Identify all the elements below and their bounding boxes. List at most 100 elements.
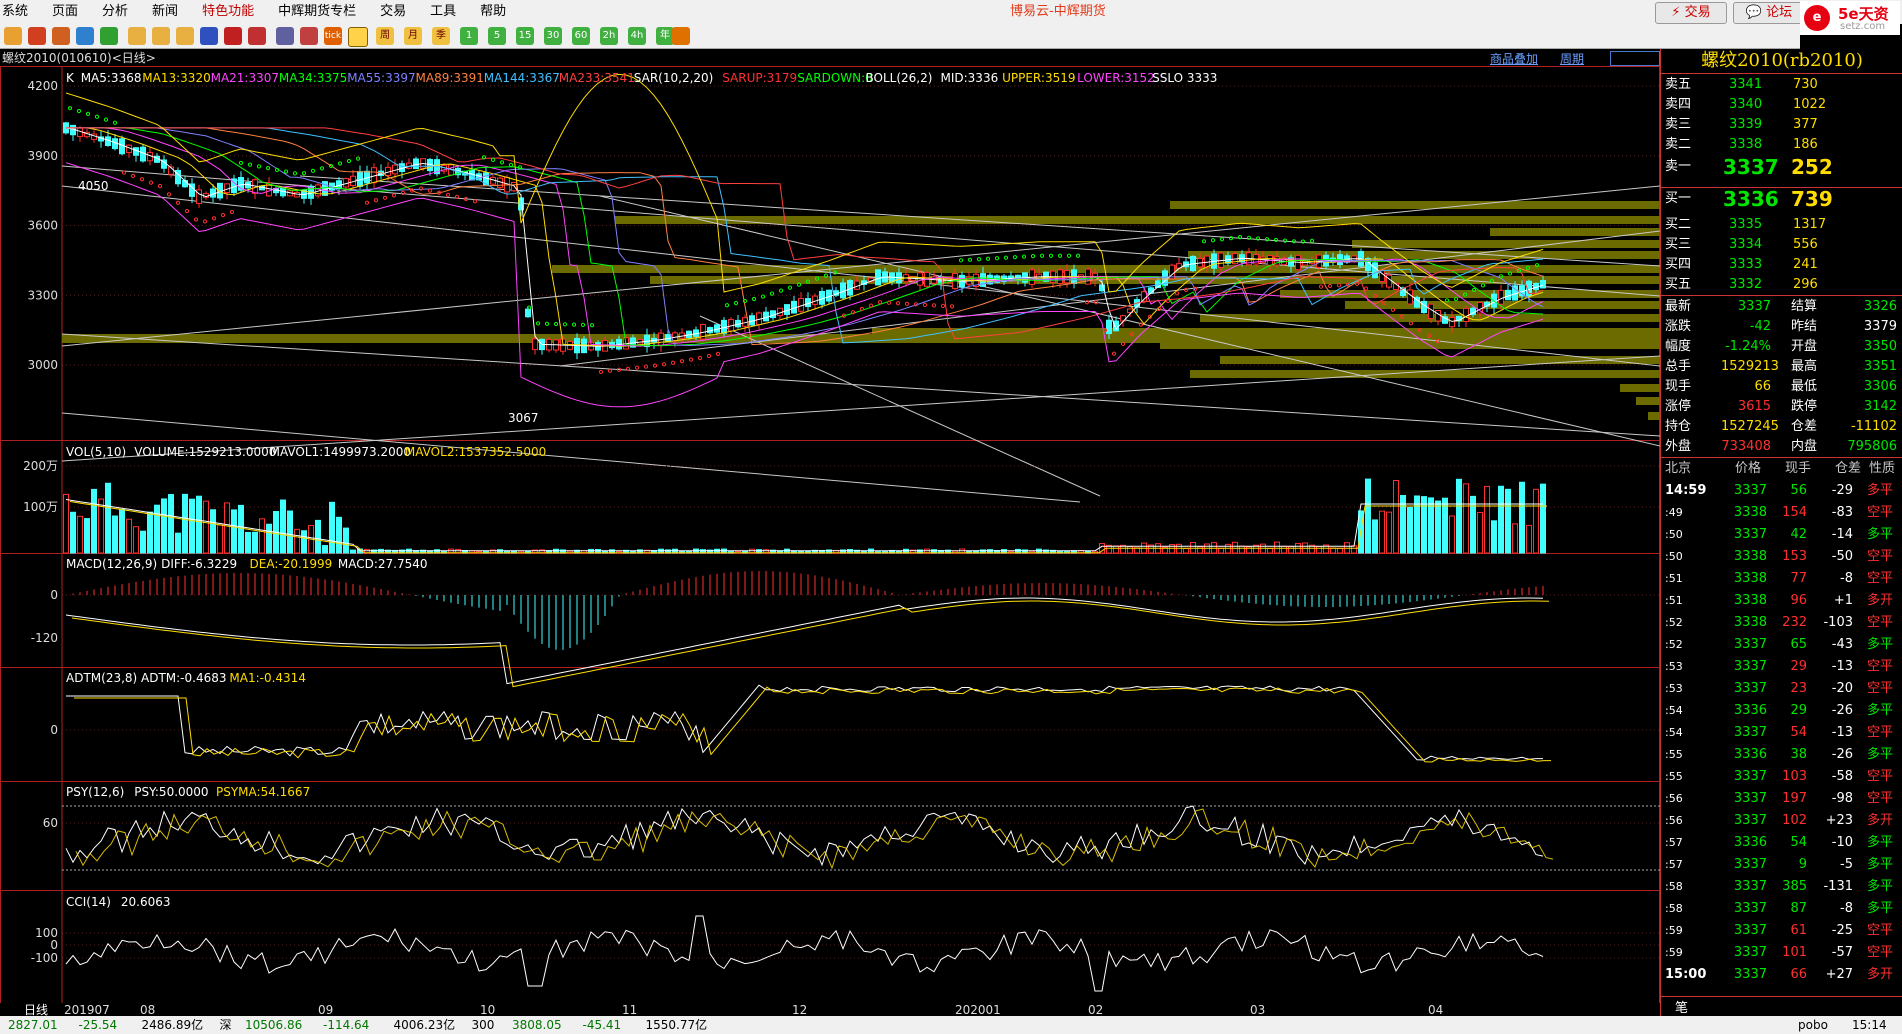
window-controls-icon[interactable]: [1610, 51, 1660, 66]
period-key-8[interactable]: 2h: [600, 27, 618, 45]
sar-dot: [751, 296, 757, 302]
indicator-icon[interactable]: [200, 27, 218, 45]
status-item-1: -25.54: [78, 1018, 118, 1032]
stat-value: 3337: [1737, 299, 1771, 314]
menu-item-0[interactable]: 系统: [0, 0, 40, 24]
daily-period-icon[interactable]: [348, 27, 368, 47]
period-key-2[interactable]: 季: [432, 27, 450, 45]
trade-button[interactable]: ⚡ 交易: [1655, 2, 1727, 24]
bid-label: 买二: [1665, 217, 1692, 232]
sar-dot: [913, 302, 919, 307]
sar-dot: [103, 117, 109, 122]
stat-value: 3142: [1863, 399, 1897, 414]
tick-oi: -29: [1831, 483, 1853, 498]
volume-bar: [1526, 524, 1532, 554]
period-key-4[interactable]: 5: [488, 27, 506, 45]
sar-dot: [706, 353, 712, 359]
tick-price: 3337: [1733, 901, 1767, 916]
tick-time: :59: [1665, 946, 1683, 959]
tick-nature: 空平: [1867, 791, 1894, 806]
kline-chart[interactable]: 4200390036003300300030674050K MA5:3368 MA1…: [0, 66, 1660, 1016]
stat-label: 持仓: [1665, 419, 1692, 434]
sar-dot: [1057, 253, 1063, 258]
calculator-icon[interactable]: [672, 27, 690, 45]
sort-icon[interactable]: [224, 27, 242, 45]
calendar-icon[interactable]: [300, 27, 318, 45]
menu-item-5[interactable]: 中辉期货专栏: [266, 0, 368, 24]
volume-bar: [1421, 496, 1427, 554]
tick-header-0: 北京: [1665, 461, 1692, 476]
zoom-in-icon[interactable]: [128, 27, 146, 45]
period-key-1[interactable]: 月: [404, 27, 422, 45]
menu-item-4[interactable]: 特色功能: [190, 0, 266, 24]
tools-icon[interactable]: [248, 27, 266, 45]
tick-row: 14:59 3337 56 -29 多平: [1661, 481, 1902, 501]
zoom-out-icon[interactable]: [152, 27, 170, 45]
chart-icon[interactable]: [52, 27, 70, 45]
period-key-3[interactable]: 1: [460, 27, 478, 45]
sar-dot: [418, 186, 424, 191]
indicator-13: MID:3336: [941, 71, 999, 85]
tick-row: 15:00 3337 66 +27 多开: [1661, 965, 1902, 985]
bid-row: 买二 3335 1317: [1661, 215, 1902, 235]
menu-item-2[interactable]: 分析: [90, 0, 140, 24]
tick-price: 3336: [1733, 835, 1767, 850]
back-icon[interactable]: [4, 27, 22, 45]
volume-bar: [266, 523, 272, 554]
menu-item-7[interactable]: 工具: [418, 0, 468, 24]
period-key-9[interactable]: 4h: [628, 27, 646, 45]
bid-price: 3334: [1729, 237, 1763, 252]
tick-price: 3338: [1733, 593, 1767, 608]
report-icon[interactable]: [76, 27, 94, 45]
search-icon[interactable]: [176, 27, 194, 45]
volume-bar: [1372, 519, 1378, 554]
menu-item-8[interactable]: 帮助: [468, 0, 518, 24]
tick-oi: -58: [1831, 769, 1853, 784]
tick-row: :53 3337 23 -20 空平: [1661, 679, 1902, 699]
psyma-line: [75, 808, 1554, 870]
sar-dot: [229, 209, 235, 215]
period-key-5[interactable]: 15: [516, 27, 534, 45]
menu-item-3[interactable]: 新闻: [140, 0, 190, 24]
stat-label: 涨停: [1665, 399, 1692, 414]
overlay-link[interactable]: 商品叠加: [1490, 50, 1538, 67]
tick-row: :52 3338 232 -103 空平: [1661, 613, 1902, 633]
period-link[interactable]: 周期: [1560, 50, 1584, 67]
chart-tab[interactable]: 螺纹2010(010610)<日线>: [0, 49, 1660, 67]
period-key-7[interactable]: 60: [572, 27, 590, 45]
period-key-6[interactable]: 30: [544, 27, 562, 45]
indicator-9: SAR(10,2,20): [634, 71, 714, 85]
menu-item-6[interactable]: 交易: [368, 0, 418, 24]
date-tick: 03: [1250, 1003, 1265, 1016]
tick-time: :50: [1665, 528, 1683, 541]
cci-header-1: 20.6063: [121, 895, 171, 909]
menu-item-1[interactable]: 页面: [40, 0, 90, 24]
sar-dot: [1255, 236, 1261, 241]
sar-dot: [652, 363, 658, 368]
sar-dot: [643, 364, 649, 369]
tick-vol: 65: [1790, 637, 1807, 652]
tick-price: 3337: [1733, 483, 1767, 498]
volume-profile-bar: [1352, 240, 1660, 248]
forum-button[interactable]: 💬 论坛: [1733, 2, 1805, 24]
volume-bar: [1393, 479, 1399, 554]
candle-body: [1463, 307, 1469, 322]
volume-bar: [1351, 545, 1357, 554]
period-key-0[interactable]: 周: [376, 27, 394, 45]
cci-header-0: CCI(14): [66, 895, 111, 909]
refresh-icon[interactable]: [100, 27, 118, 45]
stat-value: 3306: [1863, 379, 1897, 394]
tick-oi: -26: [1831, 703, 1853, 718]
tick-vol: 66: [1790, 967, 1807, 982]
sar-dot: [139, 177, 145, 182]
home-icon[interactable]: [28, 27, 46, 45]
candle-body: [1428, 303, 1434, 320]
tick-nature: 多平: [1867, 835, 1894, 850]
tick-nature: 多平: [1867, 527, 1894, 542]
stat-row: 涨跌 -42 昨结 3379: [1661, 317, 1902, 337]
sar-dot: [976, 257, 982, 262]
ma-line-7: [66, 127, 1544, 340]
table-icon[interactable]: [276, 27, 294, 45]
volume-bar: [315, 519, 321, 554]
tick-icon[interactable]: tick: [324, 27, 342, 45]
